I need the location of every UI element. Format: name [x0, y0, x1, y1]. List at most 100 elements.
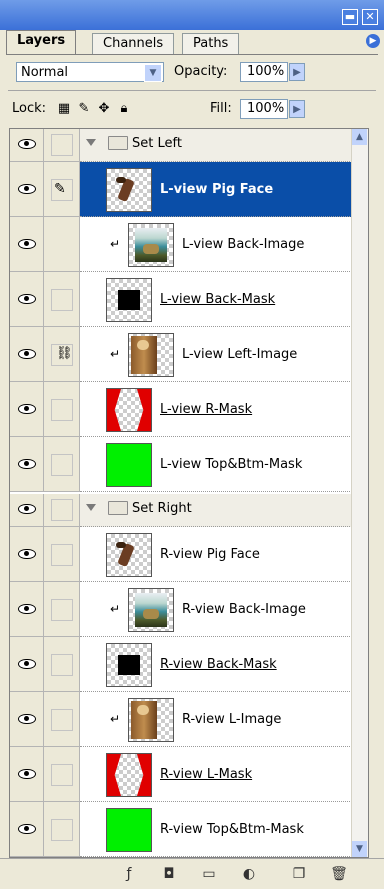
lock-transparency-icon[interactable]: ▦ [56, 101, 72, 117]
layer-style-icon[interactable]: ƒ [120, 865, 138, 883]
layer-main[interactable]: R-view Pig Face [80, 527, 368, 582]
layer-main[interactable]: ↵ L-view Back-Image [80, 217, 368, 272]
close-icon[interactable]: ✕ [362, 9, 378, 25]
tab-paths[interactable]: Paths [182, 33, 240, 54]
opacity-slider-icon[interactable]: ▶ [289, 63, 305, 81]
visibility-toggle[interactable] [10, 802, 44, 857]
visibility-toggle[interactable] [10, 272, 44, 327]
link-cell[interactable] [44, 637, 80, 692]
new-group-icon[interactable]: ▭ [200, 865, 218, 883]
link-cell[interactable] [44, 382, 80, 437]
layer-main[interactable]: L-view Top&Btm-Mask [80, 437, 368, 492]
visibility-eye-icon[interactable] [18, 184, 36, 194]
layer-group-set-left[interactable]: Set Left [10, 129, 368, 162]
layers-scrollbar[interactable]: ▲ ▼ [351, 129, 368, 857]
visibility-toggle[interactable] [10, 582, 44, 637]
layer-main[interactable]: R-view Back-Mask [80, 637, 368, 692]
layer-main[interactable]: L-view Back-Mask [80, 272, 368, 327]
scroll-down-icon[interactable]: ▼ [352, 841, 367, 857]
layer-row[interactable]: ↵ R-view Back-Image [10, 582, 368, 637]
layer-row[interactable]: R-view Back-Mask [10, 637, 368, 692]
add-mask-icon[interactable]: ◘ [160, 865, 178, 883]
link-cell[interactable] [44, 582, 80, 637]
layer-row[interactable]: ↵ R-view L-Image [10, 692, 368, 747]
lock-position-icon[interactable]: ✥ [96, 101, 112, 117]
visibility-eye-icon[interactable] [18, 349, 36, 359]
visibility-eye-icon[interactable] [18, 824, 36, 834]
visibility-eye-icon[interactable] [18, 404, 36, 414]
panel-tabs: Layers Channels Paths [6, 30, 378, 55]
link-cell[interactable] [44, 747, 80, 802]
expand-triangle-icon[interactable] [86, 504, 96, 511]
adjustment-layer-icon[interactable]: ◐ [240, 865, 258, 883]
blend-mode-select[interactable]: Normal ▼ [16, 62, 164, 82]
visibility-eye-icon[interactable] [18, 769, 36, 779]
layer-row[interactable]: L-view Top&Btm-Mask [10, 437, 368, 492]
layer-main[interactable]: R-view Top&Btm-Mask [80, 802, 368, 857]
layer-main[interactable]: ↵ R-view L-Image [80, 692, 368, 747]
layer-main[interactable]: L-view Pig Face [80, 162, 368, 217]
visibility-eye-icon[interactable] [18, 139, 36, 149]
visibility-eye-icon[interactable] [18, 604, 36, 614]
layer-row[interactable]: R-view L-Mask [10, 747, 368, 802]
layer-group-set-right[interactable]: Set Right [10, 494, 368, 527]
layer-row[interactable]: ⛓ ↵ L-view Left-Image [10, 327, 368, 382]
visibility-toggle[interactable] [10, 162, 44, 217]
pig-face-shadow [116, 177, 126, 183]
minimize-icon[interactable]: ▬ [342, 9, 358, 25]
layer-row[interactable]: L-view Back-Mask [10, 272, 368, 327]
layer-row[interactable]: R-view Pig Face [10, 527, 368, 582]
visibility-toggle[interactable] [10, 527, 44, 582]
link-cell[interactable] [44, 802, 80, 857]
lock-image-icon[interactable]: ✎ [76, 101, 92, 117]
visibility-eye-icon[interactable] [18, 549, 36, 559]
link-cell[interactable] [44, 217, 80, 272]
visibility-toggle[interactable] [10, 437, 44, 492]
fill-input[interactable]: 100% [240, 99, 288, 119]
visibility-toggle[interactable] [10, 382, 44, 437]
link-cell[interactable]: ⛓ [44, 327, 80, 382]
visibility-toggle[interactable] [10, 327, 44, 382]
link-cell[interactable] [44, 692, 80, 747]
layer-row[interactable]: ↵ L-view Back-Image [10, 217, 368, 272]
visibility-eye-icon[interactable] [18, 659, 36, 669]
scroll-up-icon[interactable]: ▲ [352, 129, 367, 145]
layer-main[interactable]: R-view L-Mask [80, 747, 368, 802]
tab-layers[interactable]: Layers [6, 30, 77, 55]
visibility-eye-icon[interactable] [18, 239, 36, 249]
fill-slider-icon[interactable]: ▶ [289, 100, 305, 118]
panel-menu-icon[interactable]: ▶ [366, 34, 380, 48]
lock-all-icon[interactable]: 🔒︎ [116, 101, 132, 117]
layer-main[interactable]: ↵ R-view Back-Image [80, 582, 368, 637]
visibility-toggle[interactable] [10, 637, 44, 692]
tab-channels[interactable]: Channels [92, 33, 175, 54]
layer-row[interactable]: L-view R-Mask [10, 382, 368, 437]
opacity-input[interactable]: 100% [240, 62, 288, 82]
link-cell[interactable] [44, 494, 80, 527]
visibility-toggle[interactable] [10, 747, 44, 802]
link-cell[interactable] [44, 129, 80, 162]
layer-row[interactable]: R-view Top&Btm-Mask [10, 802, 368, 857]
layer-main[interactable]: Set Left [80, 129, 368, 162]
new-layer-icon[interactable]: ❐ [290, 865, 308, 883]
link-cell[interactable] [44, 437, 80, 492]
link-cell[interactable] [44, 527, 80, 582]
expand-triangle-icon[interactable] [86, 139, 96, 146]
visibility-eye-icon[interactable] [18, 714, 36, 724]
layer-main[interactable]: ↵ L-view Left-Image [80, 327, 368, 382]
layer-row[interactable]: ✎ L-view Pig Face [10, 162, 368, 217]
visibility-toggle[interactable] [10, 494, 44, 527]
layer-main[interactable]: L-view R-Mask [80, 382, 368, 437]
visibility-toggle[interactable] [10, 692, 44, 747]
visibility-eye-icon[interactable] [18, 294, 36, 304]
delete-layer-icon[interactable]: 🗑︎ [330, 865, 348, 883]
visibility-toggle[interactable] [10, 129, 44, 162]
link-box [51, 544, 73, 566]
link-cell[interactable] [44, 272, 80, 327]
visibility-toggle[interactable] [10, 217, 44, 272]
layer-main[interactable]: Set Right [80, 494, 368, 527]
visibility-eye-icon[interactable] [18, 504, 36, 514]
visibility-eye-icon[interactable] [18, 459, 36, 469]
chevron-down-icon[interactable]: ▼ [144, 64, 162, 82]
link-cell[interactable]: ✎ [44, 162, 80, 217]
